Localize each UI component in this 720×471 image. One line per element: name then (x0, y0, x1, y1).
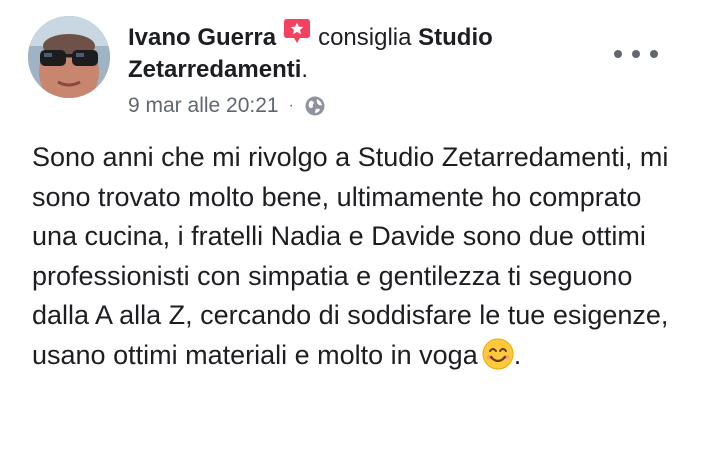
post-body: Sono anni che mi rivolgo a Studio Zetarr… (32, 138, 692, 375)
more-dot-icon (632, 50, 640, 58)
more-dot-icon (614, 50, 622, 58)
avatar[interactable] (28, 16, 110, 98)
more-options-button[interactable] (614, 44, 658, 64)
recommendation-icon (282, 16, 312, 46)
globe-icon[interactable] (304, 95, 326, 117)
avatar-photo (28, 16, 110, 98)
post-text: Sono anni che mi rivolgo a Studio Zetarr… (32, 142, 669, 370)
post-header: Ivano Guerra consiglia Studio Zetarredam… (128, 19, 628, 120)
post-end-period: . (513, 339, 522, 370)
title-period: . (301, 56, 309, 83)
action-verb: consiglia (318, 24, 412, 51)
meta-separator: · (288, 97, 294, 114)
smiling-face-icon (482, 338, 514, 370)
post-meta: 9 mar alle 20:21 · (128, 92, 628, 120)
post-card: Ivano Guerra consiglia Studio Zetarredam… (0, 0, 720, 471)
post-title: Ivano Guerra consiglia Studio Zetarredam… (128, 19, 628, 86)
author-name[interactable]: Ivano Guerra (128, 24, 276, 51)
more-dot-icon (650, 50, 658, 58)
timestamp-link[interactable]: 9 mar alle 20:21 (128, 92, 279, 120)
